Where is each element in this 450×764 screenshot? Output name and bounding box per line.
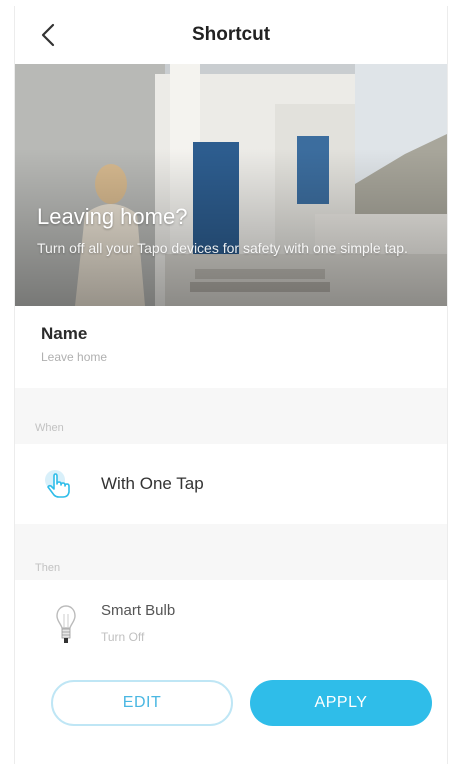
name-value: Leave home: [41, 350, 108, 364]
when-section-label: When: [35, 422, 64, 434]
then-section-header: Then: [15, 524, 447, 580]
hero-image: [15, 64, 447, 306]
then-section-label: Then: [35, 562, 61, 574]
page-title: Shortcut: [191, 24, 271, 45]
when-section-header: When: [15, 388, 447, 444]
tap-hand-icon: [45, 470, 70, 498]
hero-title: Leaving home?: [37, 204, 188, 229]
shortcut-name-row[interactable]: Name Leave home: [15, 306, 447, 388]
edit-button[interactable]: EDIT: [51, 680, 233, 726]
apply-button[interactable]: APPLY: [250, 680, 432, 726]
top-bar: Shortcut: [15, 6, 447, 64]
name-label: Name: [41, 324, 88, 343]
app-screen: Shortcut Leaving home? Turn off all your…: [14, 6, 448, 764]
trigger-row[interactable]: With One Tap: [15, 444, 447, 524]
device-name: Smart Bulb: [101, 602, 176, 619]
device-action: Turn Off: [101, 630, 145, 644]
action-row: Smart Bulb Turn Off EDIT APPLY: [15, 580, 447, 764]
bulb-icon: [56, 605, 76, 643]
hero-text: Leaving home? Turn off all your Tapo dev…: [37, 204, 447, 256]
hero-subtitle: Turn off all your Tapo devices for safet…: [37, 240, 408, 256]
hero-banner: Leaving home? Turn off all your Tapo dev…: [15, 64, 447, 306]
chevron-left-icon[interactable]: [35, 20, 63, 50]
trigger-label: With One Tap: [101, 474, 204, 493]
